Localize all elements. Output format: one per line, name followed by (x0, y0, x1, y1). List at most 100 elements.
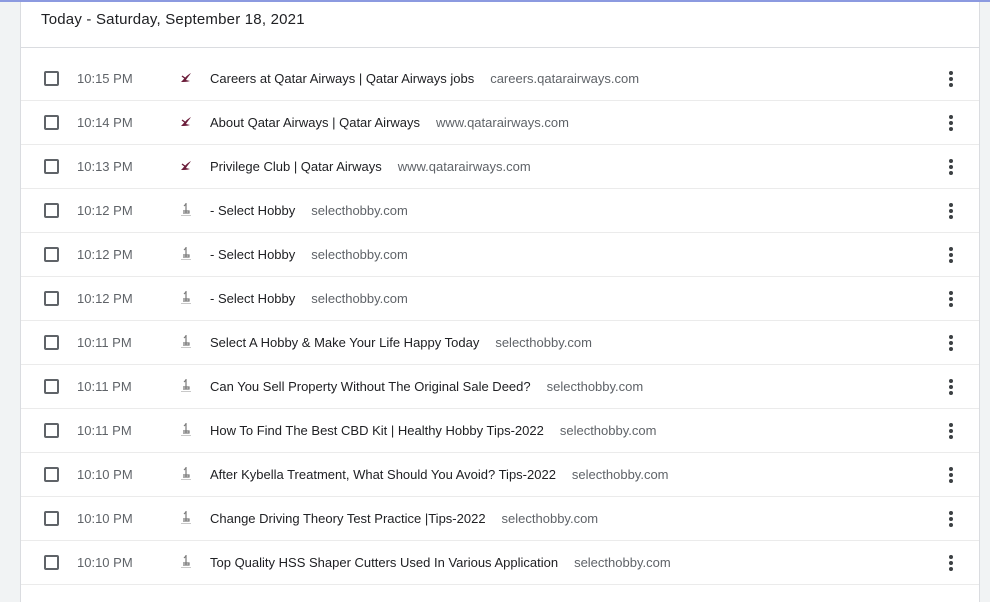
entry-title-link[interactable]: - Select Hobby (210, 247, 295, 262)
more-vert-icon-dot (949, 347, 953, 351)
more-actions-button[interactable] (942, 331, 960, 355)
history-entry[interactable]: 10:12 PM - Select Hobby selecthobby.com (21, 277, 979, 321)
history-entry[interactable]: 10:11 PM Can You Sell Property Without T… (21, 365, 979, 409)
history-entry[interactable]: 10:12 PM - Select Hobby selecthobby.com (21, 189, 979, 233)
entry-time: 10:10 PM (77, 467, 133, 482)
more-vert-icon (949, 159, 953, 163)
more-vert-icon-dot (949, 341, 953, 345)
entry-checkbox[interactable] (44, 555, 59, 570)
entry-text: - Select Hobby selecthobby.com (210, 247, 408, 262)
select-hobby-icon (178, 466, 194, 482)
entry-text: Change Driving Theory Test Practice |Tip… (210, 511, 598, 526)
history-entry[interactable]: 10:11 PM How To Find The Best CBD Kit | … (21, 409, 979, 453)
entry-domain: www.qatarairways.com (436, 115, 569, 130)
more-vert-icon-dot (949, 127, 953, 131)
more-vert-icon-dot (949, 517, 953, 521)
entry-checkbox[interactable] (44, 71, 59, 86)
entry-checkbox[interactable] (44, 115, 59, 130)
entry-checkbox[interactable] (44, 423, 59, 438)
qatar-airways-icon (178, 114, 194, 130)
history-entry[interactable]: 10:14 PM About Qatar Airways | Qatar Air… (21, 101, 979, 145)
entry-title-link[interactable]: Can You Sell Property Without The Origin… (210, 379, 531, 394)
more-vert-icon-dot (949, 259, 953, 263)
more-vert-icon (949, 555, 953, 559)
more-vert-icon (949, 379, 953, 383)
entry-title-link[interactable]: - Select Hobby (210, 203, 295, 218)
more-actions-button[interactable] (942, 375, 960, 399)
more-vert-icon-dot (949, 165, 953, 169)
entry-title-link[interactable]: Careers at Qatar Airways | Qatar Airways… (210, 71, 474, 86)
history-entry[interactable]: 10:15 PM Careers at Qatar Airways | Qata… (21, 57, 979, 101)
entry-checkbox[interactable] (44, 511, 59, 526)
entry-checkbox[interactable] (44, 335, 59, 350)
entry-text: - Select Hobby selecthobby.com (210, 291, 408, 306)
more-vert-icon (949, 115, 953, 119)
more-actions-button[interactable] (942, 111, 960, 135)
more-vert-icon-dot (949, 209, 953, 213)
more-vert-icon-dot (949, 215, 953, 219)
entry-text: About Qatar Airways | Qatar Airways www.q… (210, 115, 569, 130)
more-vert-icon-dot (949, 303, 953, 307)
more-actions-button[interactable] (942, 507, 960, 531)
more-vert-icon (949, 423, 953, 427)
more-vert-icon-dot (949, 523, 953, 527)
entry-checkbox[interactable] (44, 159, 59, 174)
more-vert-icon (949, 247, 953, 251)
entry-text: Top Quality HSS Shaper Cutters Used In V… (210, 555, 671, 570)
more-actions-button[interactable] (942, 419, 960, 443)
select-hobby-icon (178, 378, 194, 394)
select-hobby-icon (178, 202, 194, 218)
more-vert-icon (949, 335, 953, 339)
select-hobby-icon (178, 246, 194, 262)
entry-title-link[interactable]: - Select Hobby (210, 291, 295, 306)
entry-text: After Kybella Treatment, What Should You… (210, 467, 669, 482)
entry-checkbox[interactable] (44, 247, 59, 262)
entry-checkbox[interactable] (44, 291, 59, 306)
more-actions-button[interactable] (942, 155, 960, 179)
more-vert-icon-dot (949, 121, 953, 125)
entry-text: - Select Hobby selecthobby.com (210, 203, 408, 218)
entry-time: 10:12 PM (77, 291, 133, 306)
day-title: Today - Saturday, September 18, 2021 (41, 11, 305, 28)
entry-title-link[interactable]: How To Find The Best CBD Kit | Healthy H… (210, 423, 544, 438)
more-vert-icon-dot (949, 253, 953, 257)
entry-domain: selecthobby.com (571, 467, 669, 482)
more-actions-button[interactable] (942, 287, 960, 311)
history-entry[interactable]: 10:13 PM Privilege Club | Qatar Airways w… (21, 145, 979, 189)
entry-checkbox[interactable] (44, 467, 59, 482)
more-actions-button[interactable] (942, 199, 960, 223)
entry-time: 10:10 PM (77, 555, 133, 570)
more-vert-icon-dot (949, 429, 953, 433)
more-vert-icon (949, 71, 953, 75)
more-vert-icon (949, 467, 953, 471)
entry-text: Privilege Club | Qatar Airways www.qatara… (210, 159, 531, 174)
more-actions-button[interactable] (942, 463, 960, 487)
history-entry[interactable]: 10:11 PM Select A Hobby & Make Your Life… (21, 321, 979, 365)
entry-domain: careers.qatarairways.com (490, 71, 640, 86)
entry-title-link[interactable]: Top Quality HSS Shaper Cutters Used In V… (210, 555, 558, 570)
entry-checkbox[interactable] (44, 203, 59, 218)
entry-title-link[interactable]: Privilege Club | Qatar Airways (210, 159, 382, 174)
entry-time: 10:11 PM (77, 335, 132, 350)
entry-text: Careers at Qatar Airways | Qatar Airways… (210, 71, 639, 86)
entry-time: 10:12 PM (77, 203, 133, 218)
more-vert-icon-dot (949, 77, 953, 81)
entry-title-link[interactable]: Select A Hobby & Make Your Life Happy To… (210, 335, 479, 350)
more-actions-button[interactable] (942, 551, 960, 575)
more-vert-icon-dot (949, 83, 953, 87)
more-actions-button[interactable] (942, 243, 960, 267)
entry-title-link[interactable]: After Kybella Treatment, What Should You… (210, 467, 556, 482)
more-actions-button[interactable] (942, 67, 960, 91)
history-entry[interactable]: 10:10 PM After Kybella Treatment, What S… (21, 453, 979, 497)
qatar-airways-icon (178, 158, 194, 174)
entry-title-link[interactable]: About Qatar Airways | Qatar Airways (210, 115, 420, 130)
entry-title-link[interactable]: Change Driving Theory Test Practice |Tip… (210, 511, 486, 526)
entry-checkbox[interactable] (44, 379, 59, 394)
entry-domain: selecthobby.com (495, 335, 592, 350)
entry-text: How To Find The Best CBD Kit | Healthy H… (210, 423, 656, 438)
history-entry[interactable]: 10:12 PM - Select Hobby selecthobby.com (21, 233, 979, 277)
history-entry[interactable]: 10:10 PM Top Quality HSS Shaper Cutters … (21, 541, 979, 585)
entry-time: 10:13 PM (77, 159, 133, 174)
entry-domain: www.qatarairways.com (397, 159, 531, 174)
history-entry[interactable]: 10:10 PM Change Driving Theory Test Prac… (21, 497, 979, 541)
